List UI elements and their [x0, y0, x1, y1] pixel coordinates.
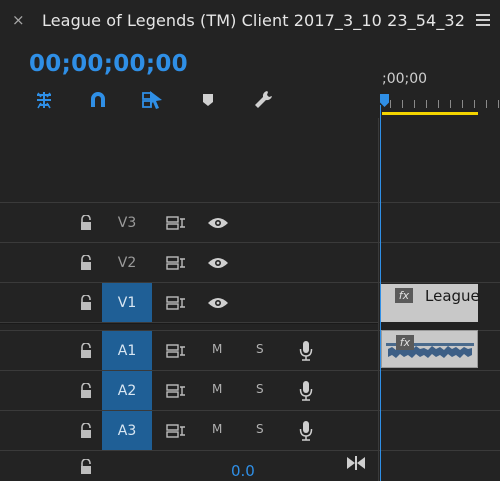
solo-button[interactable]: S — [256, 342, 264, 356]
mute-button[interactable]: M — [212, 342, 222, 356]
track-name-v2[interactable]: V2 — [102, 243, 152, 283]
track-name-a2[interactable]: A2 — [102, 371, 152, 411]
track-a3[interactable]: A3 M S — [0, 410, 500, 451]
ruler-time-label: ;00;00 — [382, 71, 428, 87]
lock-icon[interactable] — [79, 215, 93, 231]
microphone-icon[interactable] — [299, 340, 313, 362]
fx-badge[interactable]: fx — [395, 288, 413, 303]
panel-header: × League of Legends (TM) Client 2017_3_1… — [0, 0, 500, 44]
snap-icon[interactable] — [86, 88, 110, 112]
sync-lock-icon[interactable] — [166, 255, 186, 271]
sync-lock-icon[interactable] — [166, 343, 186, 359]
master-volume-value[interactable]: 0.0 — [231, 462, 255, 480]
track-a2[interactable]: A2 M S — [0, 370, 500, 411]
audio-clip[interactable]: fx — [381, 330, 478, 368]
mute-button[interactable]: M — [212, 422, 222, 436]
track-master[interactable]: 0.0 — [0, 450, 500, 481]
go-to-end-icon[interactable] — [345, 455, 367, 471]
sync-lock-icon[interactable] — [166, 295, 186, 311]
track-v2[interactable]: V2 — [0, 242, 500, 282]
hamburger-menu-icon[interactable] — [476, 14, 490, 26]
eye-icon[interactable] — [207, 216, 229, 230]
clip-label: League — [425, 287, 480, 305]
microphone-icon[interactable] — [299, 420, 313, 442]
lock-icon[interactable] — [79, 423, 93, 439]
solo-button[interactable]: S — [256, 422, 264, 436]
playhead-timecode[interactable]: 00;00;00;00 — [29, 51, 188, 77]
sync-lock-icon[interactable] — [166, 383, 186, 399]
track-name-v3[interactable]: V3 — [102, 203, 152, 243]
sync-lock-icon[interactable] — [166, 423, 186, 439]
time-ruler[interactable] — [382, 100, 500, 112]
video-audio-separator[interactable] — [0, 322, 378, 324]
lock-icon[interactable] — [79, 255, 93, 271]
linked-selection-icon[interactable] — [140, 88, 164, 112]
playhead-line — [380, 105, 381, 481]
track-name-v1[interactable]: V1 — [102, 283, 152, 323]
marker-icon[interactable] — [196, 88, 220, 112]
lock-icon[interactable] — [79, 295, 93, 311]
work-area-bar[interactable] — [382, 112, 478, 115]
solo-button[interactable]: S — [256, 382, 264, 396]
track-name-a3[interactable]: A3 — [102, 411, 152, 451]
sync-lock-icon[interactable] — [166, 215, 186, 231]
wrench-icon[interactable] — [251, 88, 275, 112]
lock-icon[interactable] — [79, 383, 93, 399]
lock-icon[interactable] — [79, 459, 93, 475]
sequence-title[interactable]: League of Legends (TM) Client 2017_3_10 … — [42, 11, 465, 30]
video-clip[interactable]: fx League — [381, 284, 480, 322]
lock-icon[interactable] — [79, 343, 93, 359]
microphone-icon[interactable] — [299, 380, 313, 402]
eye-icon[interactable] — [207, 256, 229, 270]
mute-button[interactable]: M — [212, 382, 222, 396]
fx-badge[interactable]: fx — [396, 335, 414, 350]
close-tab-button[interactable]: × — [12, 11, 25, 29]
eye-icon[interactable] — [207, 296, 229, 310]
track-v3[interactable]: V3 — [0, 202, 500, 242]
track-name-a1[interactable]: A1 — [102, 331, 152, 371]
insert-nest-icon[interactable] — [32, 88, 56, 112]
